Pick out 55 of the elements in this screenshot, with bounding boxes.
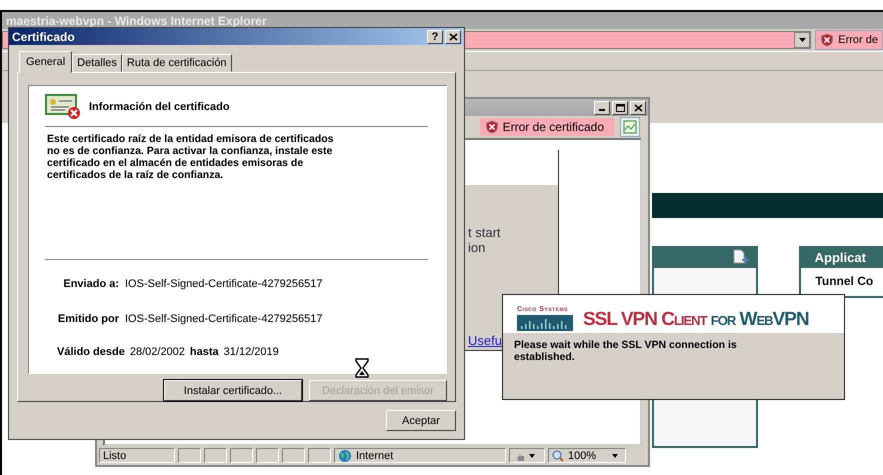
status-message: Please wait while the SSL VPN connection is established.: [513, 338, 738, 363]
status-segment: [230, 448, 253, 463]
add-page-icon[interactable]: [732, 249, 750, 265]
tab[interactable]: Detalles: [72, 54, 122, 72]
dropdown-button[interactable]: [794, 32, 810, 48]
close-icon: [634, 104, 642, 112]
dialog-title: Certificado: [12, 30, 76, 44]
field-label: hasta: [190, 346, 219, 358]
caret-icon: [529, 454, 535, 458]
field-value: IOS-Self-Signed-Certificate-4279256517: [125, 313, 323, 325]
help-button[interactable]: ?: [427, 30, 443, 44]
field-label: Enviado a:: [62, 278, 119, 290]
link[interactable]: Usefu: [468, 333, 502, 348]
page-text: ion: [468, 240, 486, 255]
dialog-heading: Información del certificado: [89, 101, 230, 113]
minimize-button[interactable]: [594, 100, 610, 114]
page-text: t start: [468, 225, 502, 240]
tab[interactable]: General: [19, 51, 72, 73]
status-segment: [204, 448, 227, 463]
caret-icon: [798, 38, 806, 42]
product-title: SSL VPN Client for WebVPN: [583, 309, 809, 331]
panel-header: Applicat: [801, 246, 883, 268]
certificate-error-button[interactable]: Error de certificado: [480, 118, 614, 136]
zone-indicator: Internet: [334, 448, 506, 463]
field-label: Válido desde: [57, 346, 125, 358]
ok-button[interactable]: Aceptar: [386, 410, 456, 431]
shield-error-icon: [484, 120, 499, 134]
protected-mode-button[interactable]: [509, 448, 545, 463]
close-button[interactable]: [630, 100, 646, 114]
window-title: maestria-webvpn - Windows Internet Explorer: [2, 12, 883, 29]
maximize-button[interactable]: [612, 100, 628, 114]
tab[interactable]: Ruta de certificación: [122, 54, 232, 72]
status-segment: [256, 448, 279, 463]
status-segment: [308, 448, 331, 463]
field-value: IOS-Self-Signed-Certificate-4279256517: [125, 278, 323, 290]
zoom-button[interactable]: 100%: [548, 448, 626, 463]
caret-icon: [612, 454, 618, 458]
status-segment: [282, 448, 305, 463]
close-icon: [448, 32, 458, 40]
globe-icon: [338, 448, 352, 462]
dialog-button[interactable]: Instalar certificado...: [164, 380, 302, 401]
panel-row-text: Tunnel Co: [814, 273, 874, 288]
close-button[interactable]: [445, 30, 461, 44]
field-value: 28/02/2002: [130, 346, 185, 358]
trust-message: Este certificado raíz de la entidad emisora de certificados no es de confianza. Para activar la confianza, instale este certificado en el almacén de entidades emisoras de certificados de la raíz de confianza.: [47, 133, 335, 183]
status-text: Listo: [99, 448, 175, 463]
maximize-icon: [616, 104, 624, 112]
status-segment: [178, 448, 201, 463]
minimize-icon: [599, 109, 605, 111]
zoom-icon: [552, 450, 564, 462]
certificate-error-button[interactable]: Error de: [815, 30, 883, 50]
field-label: Emitido por: [57, 313, 119, 325]
certificate-error-icon: [45, 94, 81, 120]
shield-error-icon: [820, 33, 834, 47]
field-value: 31/12/2019: [224, 346, 279, 358]
